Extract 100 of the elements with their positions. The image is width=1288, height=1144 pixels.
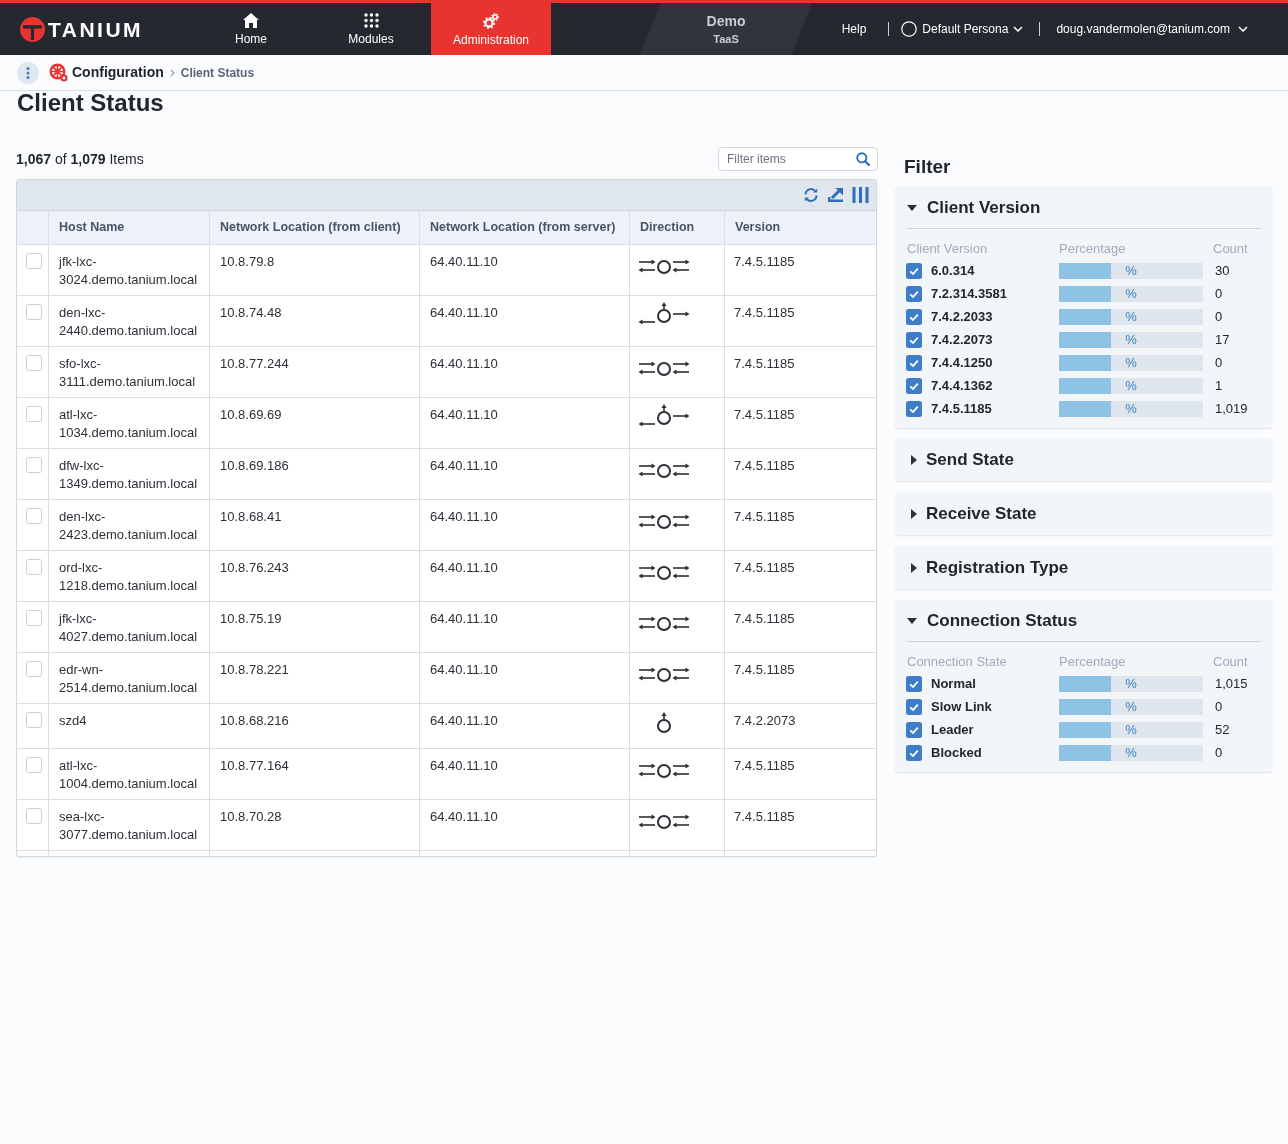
nav-tab[interactable]: Modules (311, 3, 431, 55)
row-checkbox[interactable] (26, 355, 42, 371)
filter-option-label: Normal (931, 674, 976, 693)
filter-option-label: 6.0.314 (931, 261, 975, 280)
column-header: Host Name (49, 211, 210, 244)
table-cell: szd4 (49, 704, 210, 748)
chevron-down-icon (1238, 26, 1248, 32)
row-checkbox[interactable] (26, 457, 42, 473)
table-cell: sea-lxc-3077.demo.tanium.local (49, 800, 210, 850)
table-cell: den-lxc-2440.demo.tanium.local (49, 296, 210, 346)
user-menu[interactable]: doug.vandermolen@tanium.com (1056, 20, 1248, 38)
refresh-icon[interactable] (803, 187, 819, 203)
table-cell: jfk-lxc-4027.demo.tanium.local (49, 602, 210, 652)
filter-option-label: 7.2.314.3581 (931, 284, 1007, 303)
table-cell: 10.8.68.41 (210, 500, 420, 550)
logo-text: TANIUM (48, 18, 144, 40)
environment-type-label: TaaS (713, 32, 739, 46)
percentage-label: % (1125, 744, 1137, 761)
environment-name: Demo (706, 12, 746, 29)
table-cell-text: 7.4.5.1185 (733, 406, 796, 424)
table-cell: 64.40.11.10 (420, 449, 630, 499)
option-count: 1,015 (1215, 674, 1248, 693)
table-cell: 64.40.11.10 (420, 653, 630, 703)
table-cell-text: 7.4.5.1185 (733, 304, 796, 322)
filter-checkbox[interactable] (906, 308, 922, 325)
filter-checkbox[interactable] (906, 698, 922, 715)
filter-checkbox[interactable] (906, 262, 922, 279)
table-cell: 10.8.69.186 (210, 449, 420, 499)
filter-checkbox[interactable] (906, 377, 922, 394)
percentage-label: % (1125, 698, 1137, 715)
option-count: 1,019 (1215, 399, 1248, 418)
circle-icon (901, 21, 918, 37)
page-title: Client Status (17, 91, 164, 115)
filter-checkbox[interactable] (906, 331, 922, 348)
more-menu-button[interactable] (17, 61, 39, 84)
help-link[interactable]: Help (841, 20, 867, 38)
table-cell: 10.8.77.164 (210, 749, 420, 799)
table-cell-text: 7.4.5.1185 (733, 610, 796, 628)
table-cell-text: 7.4.5.1185 (733, 253, 796, 271)
table-cell: den-lxc-2423.demo.tanium.local (49, 500, 210, 550)
table-cell: 10.8.79.8 (210, 245, 420, 295)
percentage-label: % (1125, 377, 1137, 394)
wheel-icon (49, 63, 68, 82)
percentage-label: % (1125, 354, 1137, 371)
row-checkbox[interactable] (26, 712, 42, 728)
logo-mark-icon (20, 16, 45, 42)
search-icon (856, 152, 870, 166)
table-cell: 64.40.11.10 (420, 500, 630, 550)
percentage-label: % (1125, 400, 1137, 417)
row-checkbox[interactable] (26, 559, 42, 575)
row-checkbox[interactable] (26, 610, 42, 626)
filter-checkbox[interactable] (906, 354, 922, 371)
filter-checkbox[interactable] (906, 721, 922, 738)
column-header: Percentage (1059, 240, 1126, 259)
percentage-label: % (1125, 675, 1137, 692)
nav-tab[interactable]: Administration (431, 3, 551, 55)
breadcrumb-link[interactable]: Configuration (72, 62, 164, 83)
filter-checkbox[interactable] (906, 675, 922, 692)
row-checkbox[interactable] (26, 304, 42, 320)
filter-checkbox[interactable] (906, 744, 922, 761)
persona-menu[interactable]: Default Persona (901, 20, 1024, 38)
column-header: Connection State (907, 653, 1007, 672)
columns-icon[interactable] (852, 187, 869, 203)
option-count: 0 (1215, 353, 1223, 372)
section-toggle[interactable]: Connection Status (895, 600, 1272, 641)
option-count: 0 (1215, 743, 1223, 762)
table-cell: edr-wn-2514.demo.tanium.local (49, 653, 210, 703)
section-toggle[interactable]: Client Version (895, 187, 1272, 228)
filter-checkbox[interactable] (906, 285, 922, 302)
filter-option-label: 7.4.2.2033 (931, 307, 993, 326)
filter-option-label: 7.4.2.2073 (931, 330, 993, 349)
column-header: Count (1212, 240, 1248, 259)
nav-tab[interactable]: Home (191, 3, 311, 55)
table-cell: 64.40.11.10 (420, 551, 630, 601)
row-checkbox[interactable] (26, 406, 42, 422)
table-cell-text: 7.4.5.1185 (733, 355, 796, 373)
table-cell: 10.8.75.19 (210, 602, 420, 652)
section-toggle[interactable]: Registration Type (895, 546, 1272, 589)
chevron-right-icon (169, 68, 175, 77)
row-checkbox[interactable] (26, 253, 42, 269)
section-toggle[interactable]: Send State (895, 438, 1272, 481)
row-checkbox[interactable] (26, 661, 42, 677)
table-cell: 64.40.11.10 (420, 800, 630, 850)
table-cell: 10.8.76.243 (210, 551, 420, 601)
table-cell: 64.40.11.10 (420, 245, 630, 295)
row-checkbox[interactable] (26, 757, 42, 773)
table-cell: 64.40.11.10 (420, 602, 630, 652)
column-header: Version (734, 219, 782, 237)
breadcrumb-current: Client Status (180, 64, 255, 82)
section-toggle[interactable]: Receive State (895, 492, 1272, 535)
table-cell: 10.8.70.28 (210, 800, 420, 850)
row-checkbox[interactable] (26, 808, 42, 824)
filter-title: Filter (904, 155, 951, 178)
filter-option-label: Blocked (931, 743, 982, 762)
table-cell: atl-lxc-1004.demo.tanium.local (49, 749, 210, 799)
arrow-tray-icon[interactable] (827, 187, 844, 203)
filter-checkbox[interactable] (906, 400, 922, 417)
row-checkbox[interactable] (26, 508, 42, 524)
filter-field[interactable]: Filter items (718, 147, 878, 171)
table-cell: ord-lxc-1218.demo.tanium.local (49, 551, 210, 601)
